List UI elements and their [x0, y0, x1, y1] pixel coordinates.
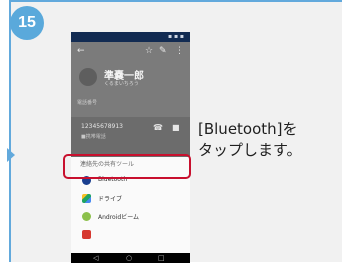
share-item-label: ドライブ — [98, 196, 123, 203]
drive-icon — [82, 194, 91, 203]
phone-section-label: 電話番号 — [77, 100, 98, 106]
more-vert-icon[interactable]: ⋮ — [175, 46, 184, 56]
status-bar: ▪ ▪ ▪ — [71, 32, 190, 42]
arrow-left-icon[interactable]: ← — [77, 46, 85, 56]
phone-screenshot: ▪ ▪ ▪ ← ☆ ✎ ⋮ 準嚢一郎 くるまいちろう 電話番号 12345678… — [71, 32, 190, 263]
app-icon — [82, 230, 91, 239]
pencil-icon[interactable]: ✎ — [159, 46, 167, 56]
phone-type: ■携帯電話 — [81, 134, 106, 140]
share-item-label: Androidビーム — [98, 214, 140, 221]
step-number-badge: 15 — [10, 6, 44, 40]
connector-arrow-icon — [7, 148, 15, 162]
share-item-app[interactable] — [71, 227, 190, 243]
instruction-text: [Bluetooth]を タップします。 — [198, 119, 338, 161]
android-beam-icon — [82, 212, 91, 221]
share-item-android-beam[interactable]: Androidビーム — [71, 209, 190, 225]
contact-details: 12345678913 ■携帯電話 ☎ ■ — [71, 117, 190, 157]
instruction-line-1: [Bluetooth]を — [198, 120, 298, 138]
message-icon[interactable]: ■ — [172, 123, 180, 132]
status-icons: ▪ ▪ ▪ — [167, 33, 184, 40]
phone-number: 12345678913 — [81, 123, 123, 130]
instruction-line-2: タップします。 — [198, 141, 302, 159]
contact-header: ← ☆ ✎ ⋮ 準嚢一郎 くるまいちろう 電話番号 — [71, 42, 190, 117]
tap-highlight-box — [63, 154, 191, 179]
app-toolbar: ← ☆ ✎ ⋮ — [71, 42, 190, 60]
avatar — [79, 68, 97, 86]
star-icon[interactable]: ☆ — [145, 46, 153, 56]
share-item-drive[interactable]: ドライブ — [71, 191, 190, 207]
phone-call-icon[interactable]: ☎ — [153, 123, 163, 132]
contact-kana: くるまいちろう — [104, 81, 139, 87]
